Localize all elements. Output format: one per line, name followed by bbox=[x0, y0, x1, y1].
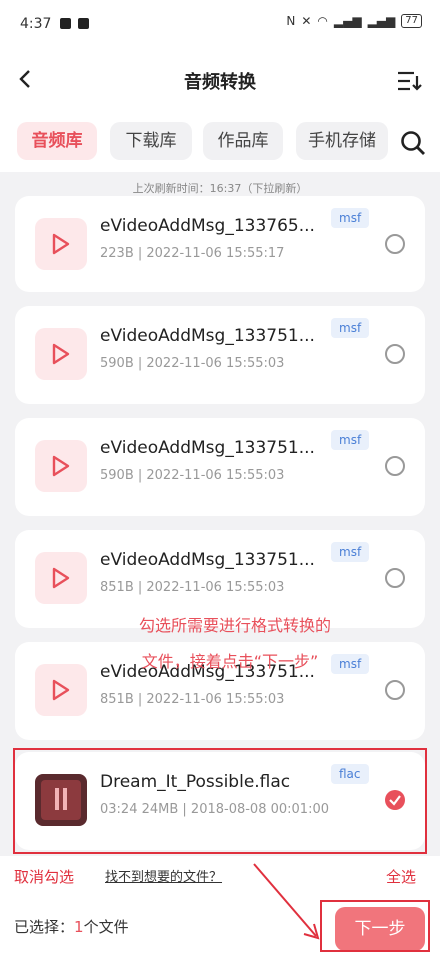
not-found-link[interactable]: 找不到想要的文件？ bbox=[105, 866, 222, 885]
mute-icon: ✕ bbox=[301, 14, 312, 28]
source-tabs: 音频库 下载库 作品库 手机存储 bbox=[0, 112, 440, 172]
file-type-badge: msf bbox=[331, 318, 370, 338]
signal-icon: ▂▄▆ bbox=[333, 14, 362, 28]
status-bar: 4:37 N ✕ ◠ ▂▄▆ ▂▄▆ 77 bbox=[0, 0, 440, 50]
arrow-icon bbox=[253, 863, 320, 940]
file-type-badge: msf bbox=[331, 430, 370, 450]
select-radio[interactable] bbox=[385, 234, 405, 254]
search-icon[interactable] bbox=[400, 130, 426, 156]
page-title: 音频转换 bbox=[184, 72, 256, 93]
select-all-button[interactable]: 全选 bbox=[386, 866, 416, 887]
file-name: eVideoAddMsg_133765... bbox=[100, 216, 315, 236]
file-meta: 223B | 2022-11-06 15:55:17 bbox=[100, 246, 285, 261]
file-type-badge: msf bbox=[331, 208, 370, 228]
tab-download-library[interactable]: 下载库 bbox=[110, 122, 192, 160]
status-time: 4:37 bbox=[20, 16, 52, 32]
file-name: eVideoAddMsg_133751... bbox=[100, 550, 315, 570]
annotation-line: 勾选所需要进行格式转换的 bbox=[138, 616, 331, 635]
tab-works-library[interactable]: 作品库 bbox=[203, 122, 283, 160]
tab-phone-storage[interactable]: 手机存储 bbox=[296, 122, 388, 160]
select-radio[interactable] bbox=[385, 568, 405, 588]
header: 音频转换 bbox=[0, 50, 440, 112]
selected-suffix: 个文件 bbox=[83, 918, 129, 936]
wifi-icon: ◠ bbox=[317, 14, 328, 28]
annotation-line: 文件，接着点击“下一步” bbox=[141, 652, 319, 671]
signal-icon: ▂▄▆ bbox=[367, 14, 396, 28]
status-icons: N ✕ ◠ ▂▄▆ ▂▄▆ 77 bbox=[286, 14, 422, 28]
file-name: eVideoAddMsg_133751... bbox=[100, 438, 315, 458]
select-radio[interactable] bbox=[385, 680, 405, 700]
selected-number: 1 bbox=[74, 918, 84, 936]
battery-icon: 77 bbox=[401, 14, 422, 28]
sort-icon[interactable] bbox=[396, 70, 422, 92]
notification-icon bbox=[78, 18, 89, 29]
audio-file-icon bbox=[35, 552, 87, 604]
file-meta: 851B | 2022-11-06 15:55:03 bbox=[100, 580, 285, 595]
refresh-hint: 上次刷新时间：16:37（下拉刷新） bbox=[132, 182, 308, 195]
audio-file-icon bbox=[35, 440, 87, 492]
file-item[interactable]: eVideoAddMsg_133751... 590B | 2022-11-06… bbox=[15, 418, 425, 516]
audio-file-icon bbox=[35, 328, 87, 380]
audio-file-icon bbox=[35, 218, 87, 270]
file-type-badge: msf bbox=[331, 542, 370, 562]
selected-count: 已选择：1个文件 bbox=[14, 916, 129, 937]
highlight-box bbox=[320, 900, 430, 952]
selected-prefix: 已选择： bbox=[14, 918, 75, 936]
select-radio[interactable] bbox=[385, 344, 405, 364]
cancel-selection-button[interactable]: 取消勾选 bbox=[14, 866, 74, 887]
notification-icon bbox=[60, 18, 71, 29]
file-meta: 851B | 2022-11-06 15:55:03 bbox=[100, 692, 285, 707]
file-name: eVideoAddMsg_133751... bbox=[100, 326, 315, 346]
file-meta: 590B | 2022-11-06 15:55:03 bbox=[100, 356, 285, 371]
file-meta: 590B | 2022-11-06 15:55:03 bbox=[100, 468, 285, 483]
file-item[interactable]: eVideoAddMsg_133765... 223B | 2022-11-06… bbox=[15, 196, 425, 292]
highlight-box bbox=[13, 748, 427, 854]
select-radio[interactable] bbox=[385, 456, 405, 476]
nfc-icon: N bbox=[286, 14, 296, 28]
tab-audio-library[interactable]: 音频库 bbox=[17, 122, 97, 160]
file-item[interactable]: eVideoAddMsg_133751... 590B | 2022-11-06… bbox=[15, 306, 425, 404]
